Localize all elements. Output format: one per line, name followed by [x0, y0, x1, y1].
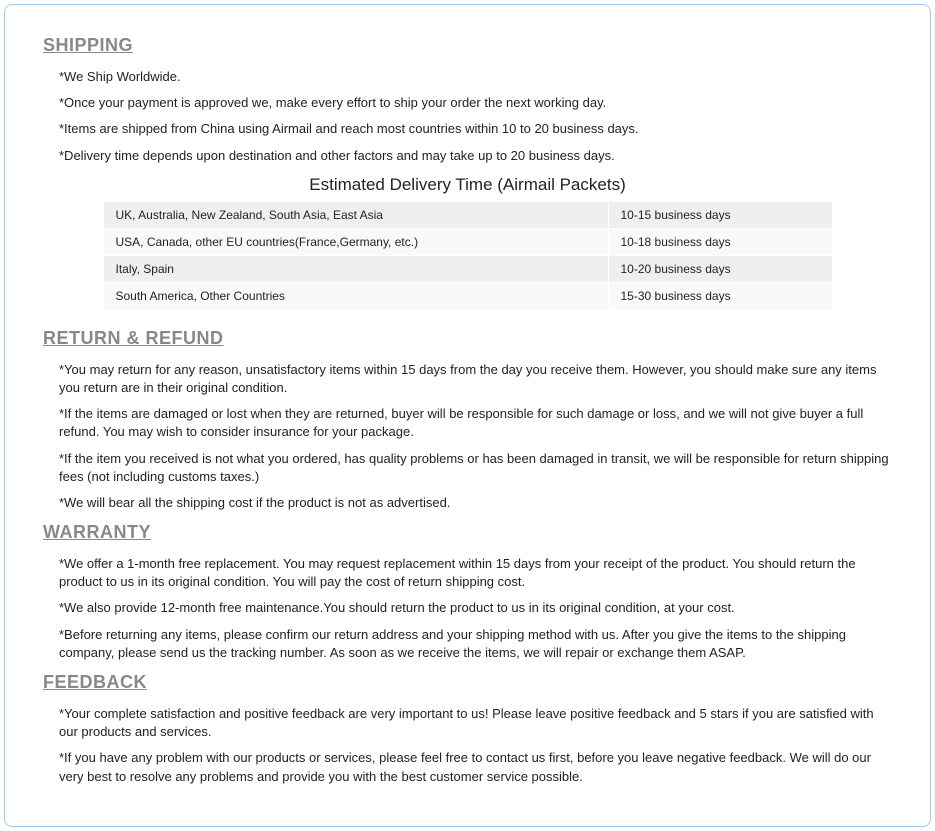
table-cell-region: South America, Other Countries	[103, 282, 608, 309]
table-cell-time: 10-20 business days	[608, 255, 832, 282]
list-item: *Once your payment is approved we, make …	[59, 94, 930, 112]
table-row: Italy, Spain 10-20 business days	[103, 255, 832, 282]
list-item: *We offer a 1-month free replacement. Yo…	[59, 555, 930, 591]
delivery-table: UK, Australia, New Zealand, South Asia, …	[103, 201, 833, 310]
table-cell-time: 15-30 business days	[608, 282, 832, 309]
return-refund-heading: RETURN & REFUND	[43, 328, 930, 349]
table-row: UK, Australia, New Zealand, South Asia, …	[103, 201, 832, 228]
list-item: *We will bear all the shipping cost if t…	[59, 494, 930, 512]
shipping-bullets: *We Ship Worldwide. *Once your payment i…	[59, 68, 930, 165]
list-item: *We Ship Worldwide.	[59, 68, 930, 86]
table-row: South America, Other Countries 15-30 bus…	[103, 282, 832, 309]
list-item: *We also provide 12-month free maintenan…	[59, 599, 930, 617]
warranty-heading: WARRANTY	[43, 522, 930, 543]
list-item: *Before returning any items, please conf…	[59, 626, 930, 662]
shipping-heading: SHIPPING	[43, 35, 930, 56]
table-row: USA, Canada, other EU countries(France,G…	[103, 228, 832, 255]
list-item: *If the item you received is not what yo…	[59, 450, 930, 486]
list-item: *Delivery time depends upon destination …	[59, 147, 930, 165]
list-item: *If you have any problem with our produc…	[59, 749, 930, 785]
list-item: *You may return for any reason, unsatisf…	[59, 361, 930, 397]
list-item: *Your complete satisfaction and positive…	[59, 705, 930, 741]
policy-container: SHIPPING *We Ship Worldwide. *Once your …	[4, 4, 931, 827]
return-refund-bullets: *You may return for any reason, unsatisf…	[59, 361, 930, 512]
feedback-heading: FEEDBACK	[43, 672, 930, 693]
warranty-bullets: *We offer a 1-month free replacement. Yo…	[59, 555, 930, 662]
delivery-table-caption: Estimated Delivery Time (Airmail Packets…	[5, 175, 930, 195]
list-item: *Items are shipped from China using Airm…	[59, 120, 930, 138]
table-cell-region: USA, Canada, other EU countries(France,G…	[103, 228, 608, 255]
table-cell-region: Italy, Spain	[103, 255, 608, 282]
table-cell-time: 10-18 business days	[608, 228, 832, 255]
list-item: *If the items are damaged or lost when t…	[59, 405, 930, 441]
table-cell-time: 10-15 business days	[608, 201, 832, 228]
feedback-bullets: *Your complete satisfaction and positive…	[59, 705, 930, 786]
table-cell-region: UK, Australia, New Zealand, South Asia, …	[103, 201, 608, 228]
